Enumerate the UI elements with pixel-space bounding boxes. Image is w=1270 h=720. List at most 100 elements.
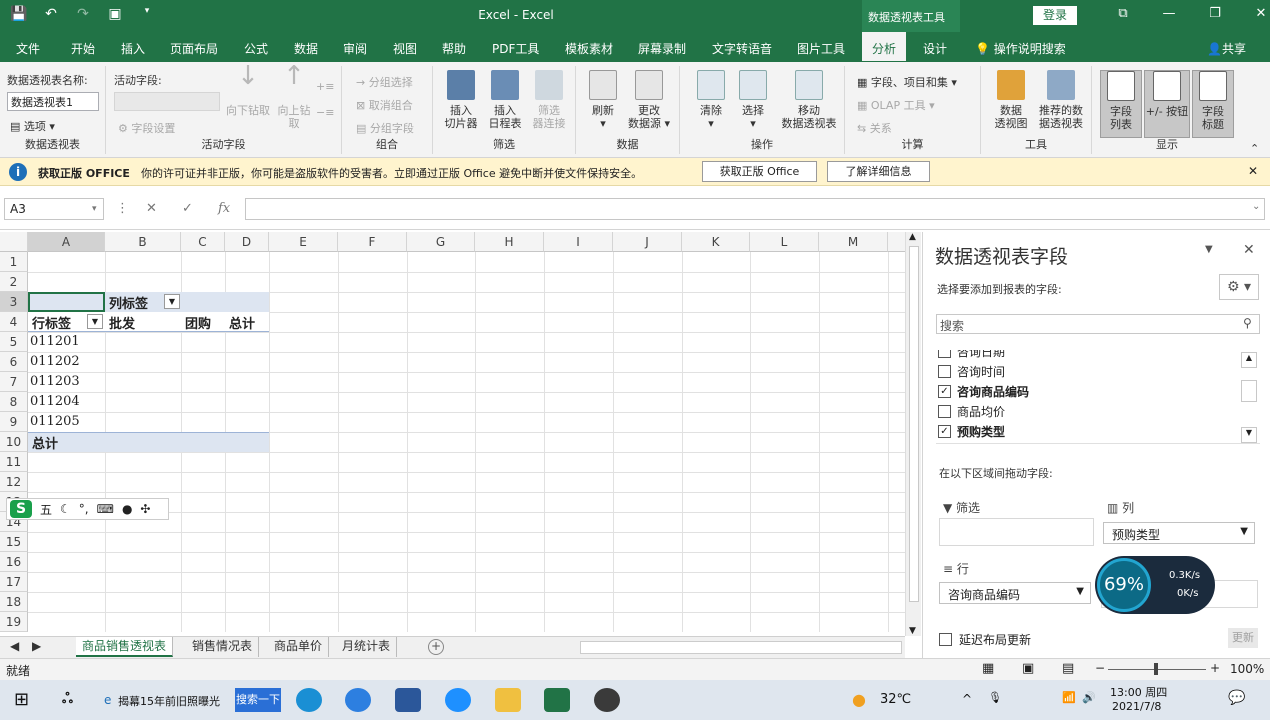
name-box[interactable]: A3 [4,198,104,220]
search-button[interactable]: 搜索一下 [235,688,281,712]
expand-formula-icon[interactable]: ⌄ [1252,201,1260,212]
ungroup-button[interactable]: ⊠ 取消组合 [356,97,413,113]
tab-design[interactable]: 设计 [923,40,947,57]
sheet-tab[interactable]: 商品销售透视表 [76,637,174,657]
tab-pdf-tools[interactable]: PDF工具 [492,40,539,57]
checkbox-checked[interactable]: ✓ [938,424,951,438]
filter-area[interactable] [939,518,1094,546]
restore-icon[interactable]: ❐ [1192,6,1238,21]
row-header[interactable]: 18 [0,592,28,612]
filter-connections-button[interactable]: 筛选 器连接 [529,70,569,130]
row-field-pill[interactable]: 咨询商品编码 ▼ [939,582,1091,604]
ie-icon[interactable] [445,688,471,712]
row-header[interactable]: 5 [0,332,28,352]
drill-up-button[interactable]: ↑ 向上钻取 [276,63,312,130]
row-header[interactable]: 4 [0,312,28,332]
column-header[interactable]: D [225,232,269,252]
move-pivottable-button[interactable]: 移动 数据透视表 [778,70,840,130]
field-settings-button[interactable]: ⚙ 字段设置 [118,120,175,136]
relationships-button[interactable]: ⇆ 关系 [857,120,892,136]
edge-icon[interactable] [296,688,322,712]
sheet-tab[interactable]: 销售情况表 [186,637,260,657]
pane-options-icon[interactable]: ▼ [1205,244,1213,255]
get-genuine-button[interactable]: 获取正版 Office [702,161,817,182]
news-ticker[interactable]: 揭幕15年前旧照曝光 [118,693,220,709]
field-list-scroll-thumb[interactable] [1241,380,1257,402]
zoom-in-icon[interactable]: + [1210,661,1220,675]
tab-file[interactable]: 文件 [16,40,40,57]
row-header[interactable]: 19 [0,612,28,632]
column-filter-dropdown[interactable]: ▼ [164,294,180,309]
checkbox[interactable] [938,350,951,358]
insert-timeline-button[interactable]: 插入 日程表 [485,70,525,130]
field-item[interactable]: 咨询时间 [938,362,1005,380]
ribbon-display-icon[interactable]: ⧉ [1100,6,1146,21]
search-icon[interactable]: ⚲ [1243,316,1252,330]
scroll-thumb[interactable] [909,246,919,602]
recommended-pivottables-button[interactable]: 推荐的数 据透视表 [1033,70,1089,130]
field-list-scroll-down[interactable]: ▼ [1241,427,1257,443]
chevron-down-icon[interactable]: ▼ [1240,526,1248,537]
normal-view-icon[interactable]: ▦ [982,661,994,676]
share-button[interactable]: 👤共享 [1207,40,1246,57]
add-sheet-icon[interactable]: + [428,639,444,655]
row-header[interactable]: 10 [0,432,28,452]
zoom-level[interactable]: 100% [1230,662,1264,676]
zoom-out-icon[interactable]: − [1095,661,1105,675]
volume-icon[interactable]: 🔊 [1082,691,1096,704]
field-item[interactable]: 咨询日期 [938,350,1005,360]
sheet-tab[interactable]: 商品单价 [268,637,330,657]
row-header[interactable]: 7 [0,372,28,392]
active-field-input[interactable] [114,92,220,111]
row-header[interactable]: 2 [0,272,28,292]
windows-start-icon[interactable]: ⊞ [14,689,29,710]
column-header[interactable]: F [338,232,407,252]
tab-help[interactable]: 帮助 [442,40,466,57]
column-header[interactable]: C [181,232,225,252]
row-header[interactable]: 11 [0,452,28,472]
checkbox-checked[interactable]: ✓ [938,384,951,398]
pivotchart-button[interactable]: 数据 透视图 [991,70,1031,130]
options-button[interactable]: ▤ 选项 ▾ [10,118,55,134]
user-icon[interactable]: ● [122,502,132,516]
close-icon[interactable]: ✕ [1238,6,1270,21]
cancel-icon[interactable]: ✕ [146,201,157,216]
expand-field-icon[interactable]: +≡ [316,80,334,93]
keyboard-icon[interactable]: ⌨ [97,502,114,516]
zoom-slider-thumb[interactable] [1154,663,1158,675]
column-header[interactable]: E [269,232,338,252]
wifi-icon[interactable]: 📶 [1062,691,1076,704]
chevron-down-icon[interactable]: ▼ [1076,586,1084,597]
drill-down-button[interactable]: ↓ 向下钻取 [224,63,272,117]
tab-data[interactable]: 数据 [294,40,318,57]
row-header[interactable]: 8 [0,392,28,412]
ime-mode-label[interactable]: 五 [40,501,52,518]
login-button[interactable]: 登录 [1033,6,1077,25]
row-header[interactable]: 15 [0,532,28,552]
field-headers-toggle[interactable]: 字段 标题 [1192,70,1234,138]
column-header[interactable]: J [613,232,682,252]
tab-insert[interactable]: 插入 [121,40,145,57]
ime-toolbar[interactable]: S 五 ☾ °, ⌨ ● ✣ [6,498,169,520]
enter-icon[interactable]: ✓ [182,201,193,216]
insert-function-icon[interactable]: fx [218,201,230,216]
row-header[interactable]: 16 [0,552,28,572]
fields-items-sets-button[interactable]: ▦ 字段、项目和集 ▾ [857,74,957,90]
vertical-scrollbar[interactable]: ▲ ▼ [905,232,921,636]
field-search-input[interactable]: 搜索 [936,314,1260,334]
group-selection-button[interactable]: → 分组选择 [356,74,413,90]
mic-icon[interactable]: 🎙 [988,691,1002,704]
row-header[interactable]: 9 [0,412,28,432]
update-button[interactable]: 更新 [1228,628,1258,648]
scroll-up-icon[interactable]: ▲ [909,232,916,242]
collapse-field-icon[interactable]: −≡ [316,106,334,119]
row-header[interactable]: 3 [0,292,28,312]
scroll-left-icon[interactable]: ◀ [4,637,25,657]
tab-text-to-speech[interactable]: 文字转语音 [712,40,772,57]
tab-analyze[interactable]: 分析 [862,32,907,63]
gear-icon[interactable]: ⚙ ▾ [1219,274,1259,300]
notification-icon[interactable]: 💬 [1228,690,1245,706]
tab-screen-record[interactable]: 屏幕录制 [638,40,686,57]
app-logo-icon[interactable]: ஃ [62,691,73,709]
scroll-right-icon[interactable]: ▶ [26,637,47,657]
